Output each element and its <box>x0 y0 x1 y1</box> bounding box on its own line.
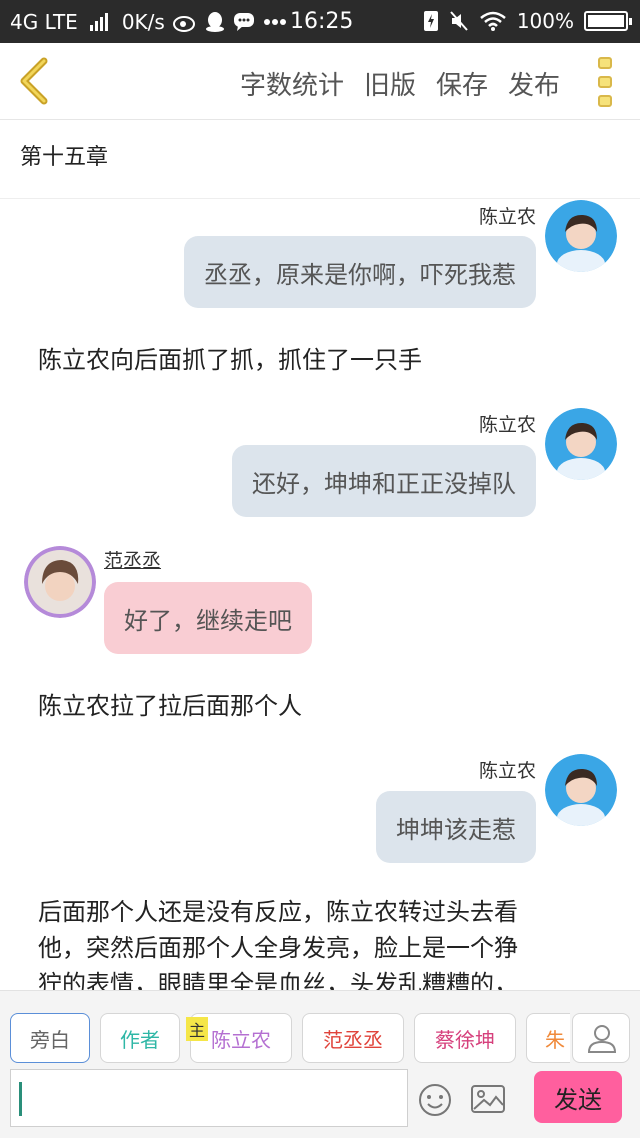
composer-panel: 旁白 作者 陈立农 范丞丞 蔡徐坤 朱 主 发送 <box>0 990 640 1138</box>
speaker-name: 范丞丞 <box>104 550 162 572</box>
person-icon <box>587 1025 617 1053</box>
signal-icon <box>89 12 108 31</box>
message-bubble[interactable]: 坤坤该走惹 <box>376 791 536 863</box>
message-input[interactable] <box>10 1069 408 1127</box>
role-chip-author[interactable]: 作者 <box>100 1013 180 1063</box>
narration-text[interactable]: 陈立农拉了拉后面那个人 <box>38 686 302 721</box>
battery-label: 100% <box>516 9 574 33</box>
avatar[interactable] <box>545 754 617 826</box>
avatar[interactable] <box>545 408 617 480</box>
chapter-title[interactable]: 第十五章 <box>20 139 108 171</box>
status-bar: 4G LTE 0K/s 16:25 100% <box>0 0 640 43</box>
avatar[interactable] <box>545 200 617 272</box>
narration-line: 他，突然后面那个人全身发亮，脸上是一个狰 <box>38 934 518 962</box>
chat-icon <box>233 12 254 31</box>
narration-text[interactable]: 后面那个人还是没有反应，陈立农转过头去看 他，突然后面那个人全身发亮，脸上是一个… <box>38 894 608 990</box>
more-vertical-icon[interactable] <box>598 57 614 107</box>
mute-icon <box>450 11 468 31</box>
main-character-tag: 主 <box>186 1017 208 1041</box>
narration-line: 狞的表情，眼睛里全是血丝，头发乱糟糟的， <box>38 970 518 990</box>
flash-icon <box>423 11 438 31</box>
role-chip-fan-chengcheng[interactable]: 范丞丞 <box>302 1013 404 1063</box>
avatar[interactable] <box>24 546 96 618</box>
battery-icon <box>584 11 632 31</box>
narration-text[interactable]: 陈立农向后面抓了抓，抓住了一只手 <box>38 340 422 375</box>
message-bubble[interactable]: 好了，继续走吧 <box>104 582 312 654</box>
message-bubble[interactable]: 还好，坤坤和正正没掉队 <box>232 445 536 517</box>
publish-button[interactable]: 发布 <box>508 65 560 102</box>
role-chip-zhu[interactable]: 朱 <box>526 1013 570 1063</box>
narration-line: 后面那个人还是没有反应，陈立农转过头去看 <box>38 898 518 926</box>
clock: 16:25 <box>290 9 354 34</box>
editor-toolbar: 字数统计 旧版 保存 发布 <box>0 43 640 120</box>
wifi-icon <box>480 11 506 31</box>
chapter-header: 第十五章 <box>0 121 640 199</box>
character-manage-button[interactable] <box>572 1013 630 1063</box>
emoji-icon[interactable] <box>418 1083 452 1117</box>
speaker-name: 陈立农 <box>478 760 536 782</box>
speaker-name: 陈立农 <box>478 414 536 436</box>
text-caret <box>19 1082 22 1116</box>
save-button[interactable]: 保存 <box>436 65 488 102</box>
role-chip-narrator[interactable]: 旁白 <box>10 1013 90 1063</box>
word-count-button[interactable]: 字数统计 <box>240 65 344 102</box>
story-chat-list[interactable]: 陈立农 丞丞，原来是你啊，吓死我惹 陈立农向后面抓了抓，抓住了一只手 陈立农 还… <box>0 200 640 990</box>
network-label: 4G LTE <box>10 9 78 34</box>
old-version-button[interactable]: 旧版 <box>364 65 416 102</box>
back-chevron-icon[interactable] <box>14 57 56 105</box>
more-dots-icon <box>263 18 286 25</box>
send-button[interactable]: 发送 <box>534 1071 622 1123</box>
speed-label: 0K/s <box>121 9 165 34</box>
image-icon[interactable] <box>470 1083 506 1115</box>
role-chip-cai-xukun[interactable]: 蔡徐坤 <box>414 1013 516 1063</box>
qq-icon <box>205 11 224 32</box>
role-selector[interactable]: 旁白 作者 陈立农 范丞丞 蔡徐坤 朱 <box>10 1013 570 1063</box>
speaker-name: 陈立农 <box>478 206 536 228</box>
message-bubble[interactable]: 丞丞，原来是你啊，吓死我惹 <box>184 236 536 308</box>
weibo-icon <box>172 15 195 32</box>
